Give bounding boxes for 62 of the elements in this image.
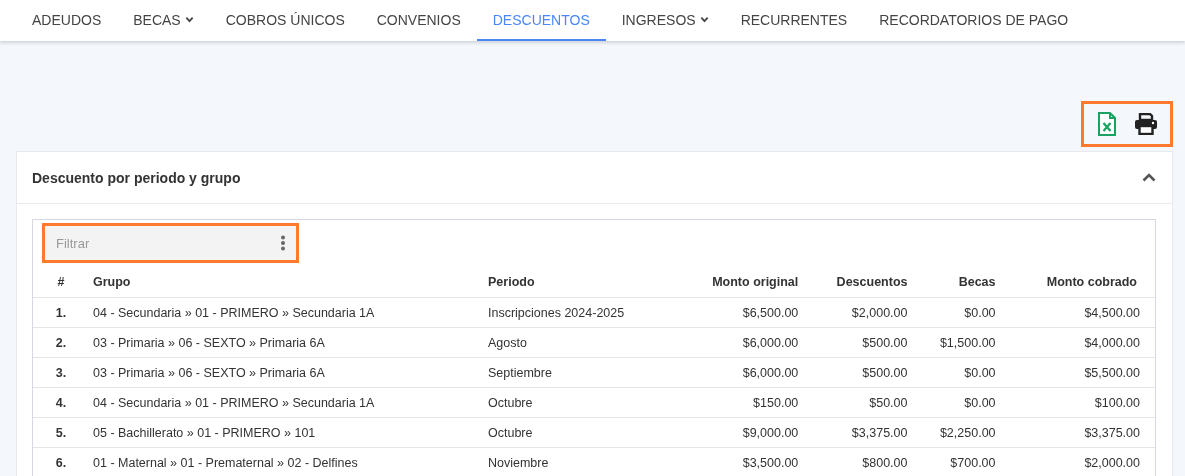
table-cell: $2,250.00 xyxy=(911,417,1000,448)
table-cell: $500.00 xyxy=(802,357,912,388)
table-cell: $9,000.00 xyxy=(672,417,803,448)
table-cell: $2,000.00 xyxy=(802,297,912,328)
table-cell: $6,000.00 xyxy=(672,357,803,388)
table-cell: 3. xyxy=(33,357,89,388)
spreadsheet-icon[interactable] xyxy=(1098,112,1116,136)
table-cell: $5,500.00 xyxy=(999,357,1155,388)
table-cell: Octubre xyxy=(484,417,672,448)
table-cell: 6. xyxy=(33,447,89,476)
nav-tab[interactable]: CONVENIOS xyxy=(360,0,477,41)
table-cell: $6,500.00 xyxy=(672,297,803,328)
table-cell: $0.00 xyxy=(911,387,1000,418)
nav-tab[interactable]: BECAS xyxy=(117,0,210,41)
table-cell: Inscripciones 2024-2025 xyxy=(484,297,672,328)
table-cell: $150.00 xyxy=(672,387,803,418)
table-cell: $50.00 xyxy=(802,387,912,418)
chevron-up-icon[interactable] xyxy=(1142,173,1156,182)
table-cell: $4,000.00 xyxy=(999,327,1155,358)
nav-tab[interactable]: ADEUDOS xyxy=(16,0,118,41)
print-icon[interactable] xyxy=(1134,113,1158,135)
column-header: Descuentos xyxy=(802,267,912,298)
table-cell: Noviembre xyxy=(484,447,672,476)
table-cell: 04 - Secundaria » 01 - PRIMERO » Secundaria 1A xyxy=(89,387,484,418)
table-cell: $0.00 xyxy=(911,357,1000,388)
table-cell: $6,000.00 xyxy=(672,327,803,358)
table-cell: 2. xyxy=(33,327,89,358)
table-cell: 04 - Secundaria » 01 - PRIMERO » Secundaria 1A xyxy=(89,297,484,328)
table-cell: $100.00 xyxy=(999,387,1155,418)
table-cell: 1. xyxy=(33,297,89,328)
table-cell: $800.00 xyxy=(802,447,912,476)
column-header: Monto cobrado xyxy=(999,267,1155,298)
table-cell: 4. xyxy=(33,387,89,418)
table-cell: $3,500.00 xyxy=(672,447,803,476)
table-cell: $4,500.00 xyxy=(999,297,1155,328)
nav-tab[interactable]: INGRESOS xyxy=(605,0,725,41)
table-cell: 03 - Primaria » 06 - SEXTO » Primaria 6A xyxy=(89,357,484,388)
filter-field[interactable]: Filtrar xyxy=(45,226,296,260)
table-cell: 03 - Primaria » 06 - SEXTO » Primaria 6A xyxy=(89,327,484,358)
table-cell: 01 - Maternal » 01 - Prematernal » 02 - Delfines xyxy=(89,447,484,476)
table-cell: $500.00 xyxy=(802,327,912,358)
nav-tab[interactable]: RECURRENTES xyxy=(724,0,864,41)
table-cell: $3,375.00 xyxy=(802,417,912,448)
table-cell: $2,000.00 xyxy=(999,447,1155,476)
column-header: # xyxy=(33,267,89,298)
nav-tab[interactable]: RECORDATORIOS DE PAGO xyxy=(863,0,1085,41)
table-cell: $1,500.00 xyxy=(911,327,1000,358)
table-cell: 05 - Bachillerato » 01 - PRIMERO » 101 xyxy=(89,417,484,448)
column-header: Monto original xyxy=(672,267,803,298)
more-vertical-icon[interactable] xyxy=(280,235,286,251)
table-cell: Octubre xyxy=(484,387,672,418)
nav-tab[interactable]: COBROS ÚNICOS xyxy=(209,0,361,41)
column-header: Grupo xyxy=(89,267,484,298)
column-header: Periodo xyxy=(484,267,672,298)
card-title: Descuento por periodo y grupo xyxy=(32,169,241,186)
table-cell: $0.00 xyxy=(911,297,1000,328)
table-cell: $700.00 xyxy=(911,447,1000,476)
table-cell: Agosto xyxy=(484,327,672,358)
table-cell: Septiembre xyxy=(484,357,672,388)
column-header: Becas xyxy=(911,267,1000,298)
table-cell: $3,375.00 xyxy=(999,417,1155,448)
table-cell: 5. xyxy=(33,417,89,448)
